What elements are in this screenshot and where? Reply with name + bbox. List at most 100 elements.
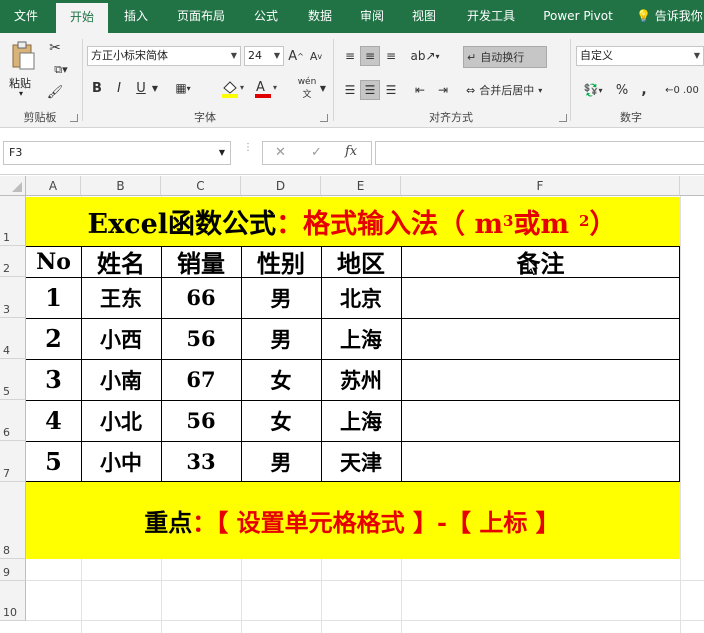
sheet-title[interactable]: Excel函数公式 ：格式输入法（ m 3 或m 2 ）: [26, 197, 678, 245]
header-cell-sales[interactable]: 销量: [161, 246, 241, 278]
row-header-2[interactable]: 2: [0, 246, 26, 277]
table-cell[interactable]: 小西: [81, 318, 161, 359]
tab-data[interactable]: 数据: [294, 0, 346, 33]
row-header-8[interactable]: 8: [0, 482, 26, 559]
font-launcher-icon[interactable]: [320, 114, 328, 122]
accounting-format-icon[interactable]: 💱 ▾: [578, 79, 608, 101]
column-header-f[interactable]: F: [401, 176, 680, 196]
row-header-6[interactable]: 6: [0, 400, 26, 441]
row-header-4[interactable]: 4: [0, 318, 26, 359]
align-center-icon[interactable]: ☰: [360, 80, 380, 100]
table-cell[interactable]: 66: [161, 277, 241, 318]
clipboard-launcher-icon[interactable]: [70, 114, 78, 122]
phonetic-guide-icon[interactable]: wén 文: [294, 75, 320, 101]
header-cell-gender[interactable]: 性别: [241, 246, 321, 278]
table-cell[interactable]: 上海: [321, 400, 401, 441]
tell-me-search[interactable]: 💡 告诉我你: [636, 0, 704, 33]
formula-input[interactable]: [375, 141, 704, 165]
table-cell-selected[interactable]: [401, 277, 680, 318]
underline-button[interactable]: U: [132, 78, 150, 98]
format-painter-icon[interactable]: 🖌: [46, 83, 64, 101]
table-cell[interactable]: 男: [241, 441, 321, 482]
tab-file[interactable]: 文件: [0, 0, 52, 33]
tab-view[interactable]: 视图: [398, 0, 450, 33]
table-cell[interactable]: 67: [161, 359, 241, 400]
cancel-icon[interactable]: ✕: [275, 145, 286, 160]
column-header-e[interactable]: E: [321, 176, 401, 196]
tab-developer[interactable]: 开发工具: [456, 0, 526, 33]
table-cell[interactable]: 3: [26, 359, 81, 400]
orientation-icon[interactable]: ab↗ ▾: [410, 46, 440, 66]
increase-indent-icon[interactable]: ⇥: [433, 80, 453, 100]
table-cell[interactable]: [401, 318, 680, 359]
tab-power-pivot[interactable]: Power Pivot: [532, 0, 624, 33]
table-cell[interactable]: 女: [241, 400, 321, 441]
copy-icon[interactable]: ⧉▾: [46, 61, 76, 79]
chevron-down-icon[interactable]: ▼: [318, 78, 328, 98]
paste-dropdown-icon[interactable]: ▾: [19, 89, 23, 98]
alignment-launcher-icon[interactable]: [559, 114, 567, 122]
chevron-down-icon[interactable]: ▼: [150, 78, 160, 98]
name-box[interactable]: F3 ▼: [3, 141, 231, 165]
italic-button[interactable]: I: [110, 78, 128, 98]
font-size-select[interactable]: 24 ▼: [244, 46, 284, 66]
table-cell[interactable]: 王东: [81, 277, 161, 318]
font-color-icon[interactable]: A ▾: [252, 78, 280, 98]
wrap-text-button[interactable]: ↵ 自动换行: [463, 46, 547, 68]
align-left-icon[interactable]: ☰: [340, 80, 360, 100]
confirm-icon[interactable]: ✓: [311, 145, 322, 160]
table-cell[interactable]: 男: [241, 318, 321, 359]
shrink-font-button[interactable]: Av: [307, 46, 325, 66]
column-header-b[interactable]: B: [81, 176, 161, 196]
table-cell[interactable]: 北京: [321, 277, 401, 318]
tab-insert[interactable]: 插入: [110, 0, 162, 33]
table-cell[interactable]: 男: [241, 277, 321, 318]
tab-page-layout[interactable]: 页面布局: [164, 0, 238, 33]
table-cell[interactable]: 1: [26, 277, 81, 318]
column-header-d[interactable]: D: [241, 176, 321, 196]
merge-center-button[interactable]: ⇔ 合并后居中 ▾: [463, 79, 563, 101]
tab-review[interactable]: 审阅: [346, 0, 398, 33]
font-name-select[interactable]: 方正小标宋简体 ▼: [87, 46, 241, 66]
decimal-icon[interactable]: ←0 .00: [662, 79, 702, 101]
column-header-g[interactable]: [680, 176, 704, 196]
table-cell[interactable]: 33: [161, 441, 241, 482]
header-cell-name[interactable]: 姓名: [81, 246, 161, 278]
key-point-note[interactable]: 重点 ：【 设置单元格格式 】-【 上标 】: [26, 482, 678, 558]
tab-home[interactable]: 开始: [56, 3, 108, 33]
table-cell[interactable]: 女: [241, 359, 321, 400]
table-cell[interactable]: 小南: [81, 359, 161, 400]
column-header-c[interactable]: C: [161, 176, 241, 196]
row-header-9[interactable]: 9: [0, 559, 26, 581]
table-cell[interactable]: 小中: [81, 441, 161, 482]
table-cell[interactable]: 天津: [321, 441, 401, 482]
decrease-indent-icon[interactable]: ⇤: [410, 80, 430, 100]
table-cell[interactable]: 苏州: [321, 359, 401, 400]
table-cell[interactable]: 小北: [81, 400, 161, 441]
row-header-7[interactable]: 7: [0, 441, 26, 482]
table-cell[interactable]: 5: [26, 441, 81, 482]
row-header-10[interactable]: 10: [0, 581, 26, 621]
row-header-1[interactable]: 1: [0, 196, 26, 246]
cut-icon[interactable]: ✂: [46, 39, 64, 57]
table-cell[interactable]: 56: [161, 318, 241, 359]
grow-font-button[interactable]: A ^: [287, 46, 305, 66]
table-cell[interactable]: 上海: [321, 318, 401, 359]
header-cell-region[interactable]: 地区: [321, 246, 401, 278]
table-cell[interactable]: 56: [161, 400, 241, 441]
align-top-icon[interactable]: ≡: [340, 46, 360, 66]
table-cell[interactable]: 2: [26, 318, 81, 359]
paste-icon[interactable]: [8, 39, 38, 73]
table-cell[interactable]: [401, 400, 680, 441]
number-format-select[interactable]: 自定义 ▼: [576, 46, 704, 66]
formula-bar-grip-icon[interactable]: ⋮: [243, 143, 253, 161]
percent-button[interactable]: %: [612, 79, 632, 101]
row-header-3[interactable]: 3: [0, 277, 26, 318]
insert-function-icon[interactable]: fx: [345, 144, 357, 159]
column-header-a[interactable]: A: [26, 176, 81, 196]
header-cell-no[interactable]: No: [26, 246, 81, 277]
table-cell[interactable]: [401, 359, 680, 400]
header-cell-remark[interactable]: 备注: [401, 246, 680, 278]
align-right-icon[interactable]: ☰: [381, 80, 401, 100]
fill-color-icon[interactable]: ▾: [218, 78, 248, 98]
